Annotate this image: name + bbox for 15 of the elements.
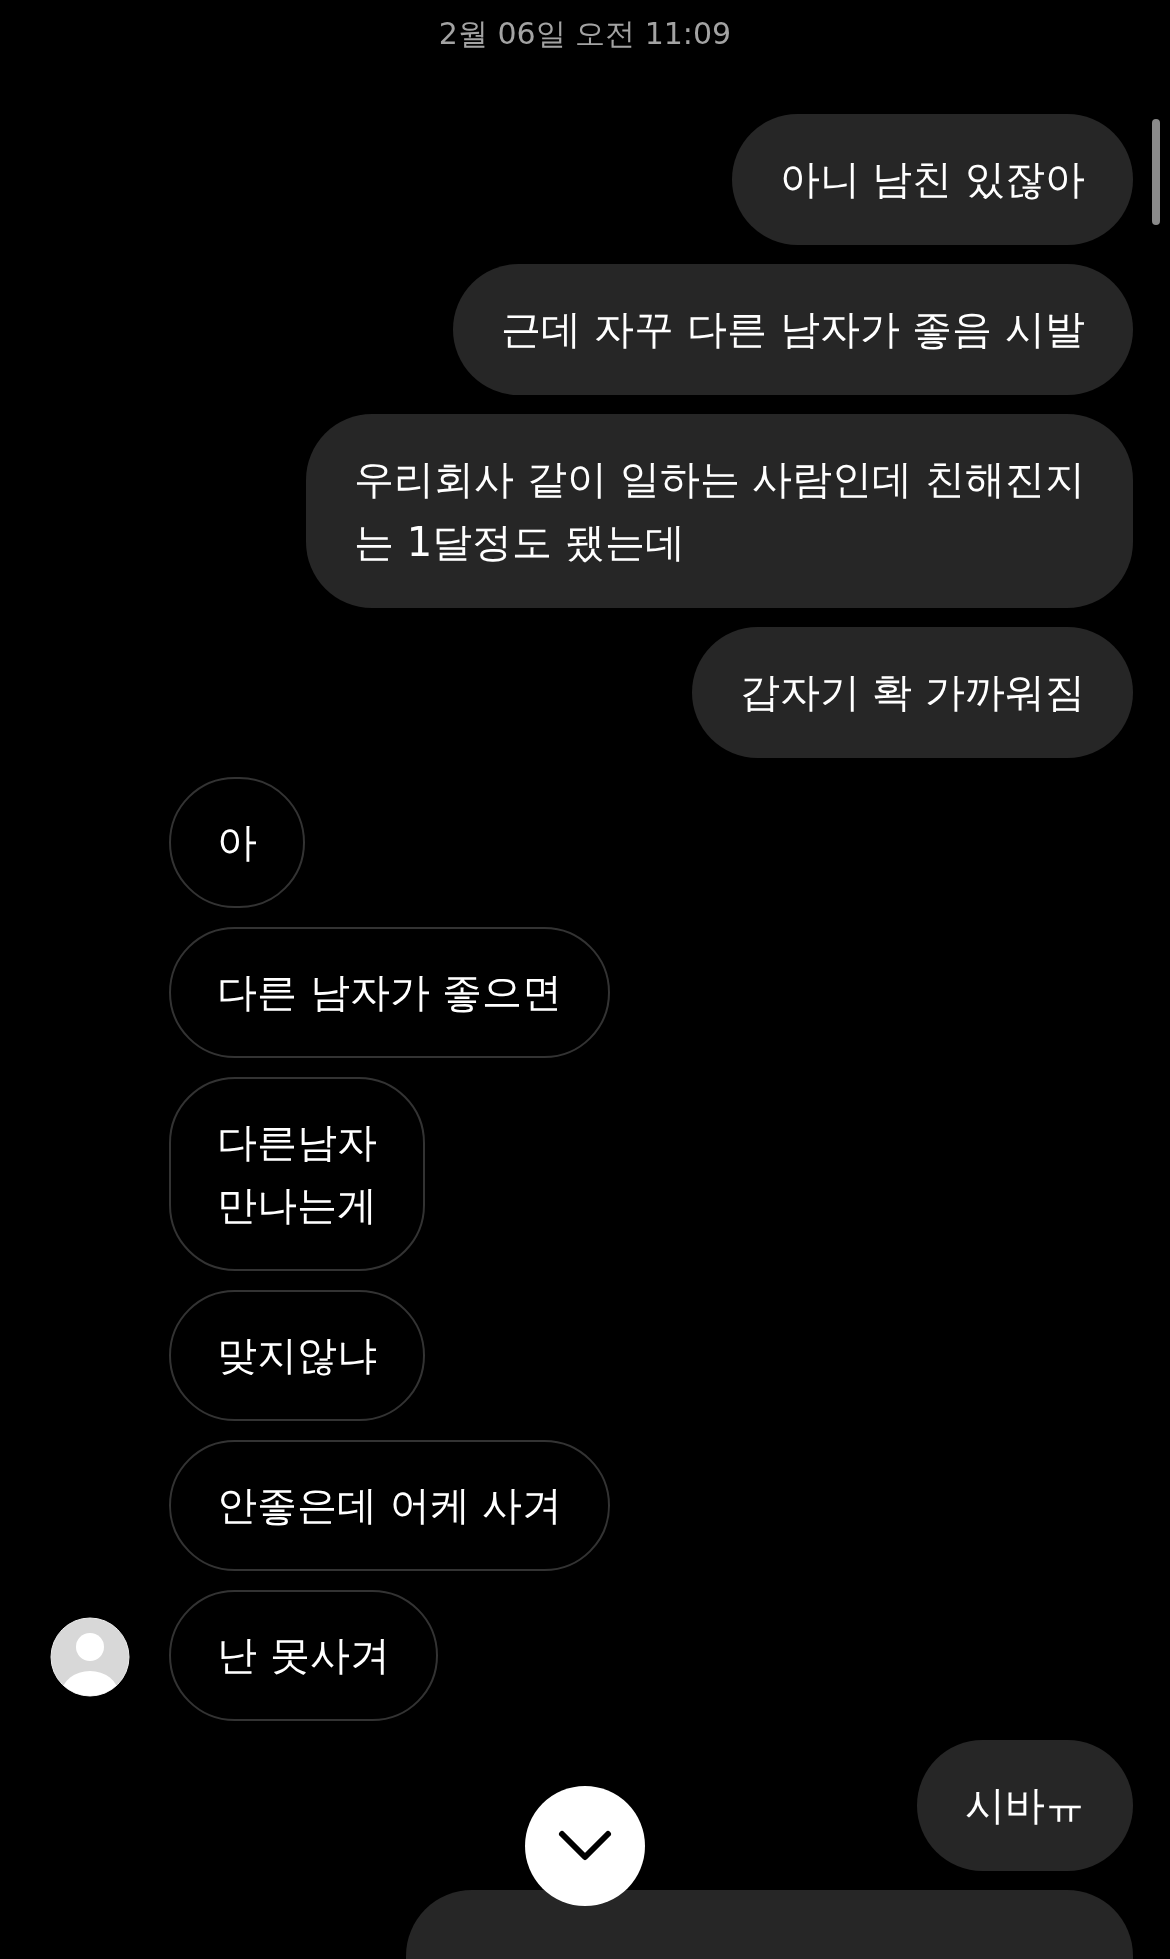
timestamp: 2월 06일 오전 11:09 — [438, 16, 732, 51]
chevron-down-icon — [557, 1829, 613, 1863]
message-bubble: 시바ㅠ — [917, 1740, 1133, 1871]
message-bubble: 맞지않냐 — [169, 1290, 425, 1421]
message-bubble: 아 — [169, 777, 305, 908]
message-bubble: 다른남자 만나는게 — [169, 1077, 425, 1271]
message-bubble: 아니 남친 있잖아 — [731, 114, 1133, 245]
scrollbar[interactable] — [1152, 119, 1160, 225]
avatar-icon[interactable] — [50, 1617, 130, 1697]
message-bubble: 안좋은데 어케 사겨 — [169, 1440, 611, 1571]
message-bubble: 우리회사 같이 일하는 사람인데 친해진지 는 1달정도 됐는데 — [306, 414, 1133, 608]
message-bubble: 다른 남자가 좋으면 — [169, 927, 611, 1058]
message-bubble: 난 못사겨 — [169, 1590, 438, 1721]
message-bubble: 근데 자꾸 다른 남자가 좋음 시발 — [453, 264, 1133, 395]
message-bubble: 갑자기 확 가까워짐 — [691, 627, 1133, 758]
